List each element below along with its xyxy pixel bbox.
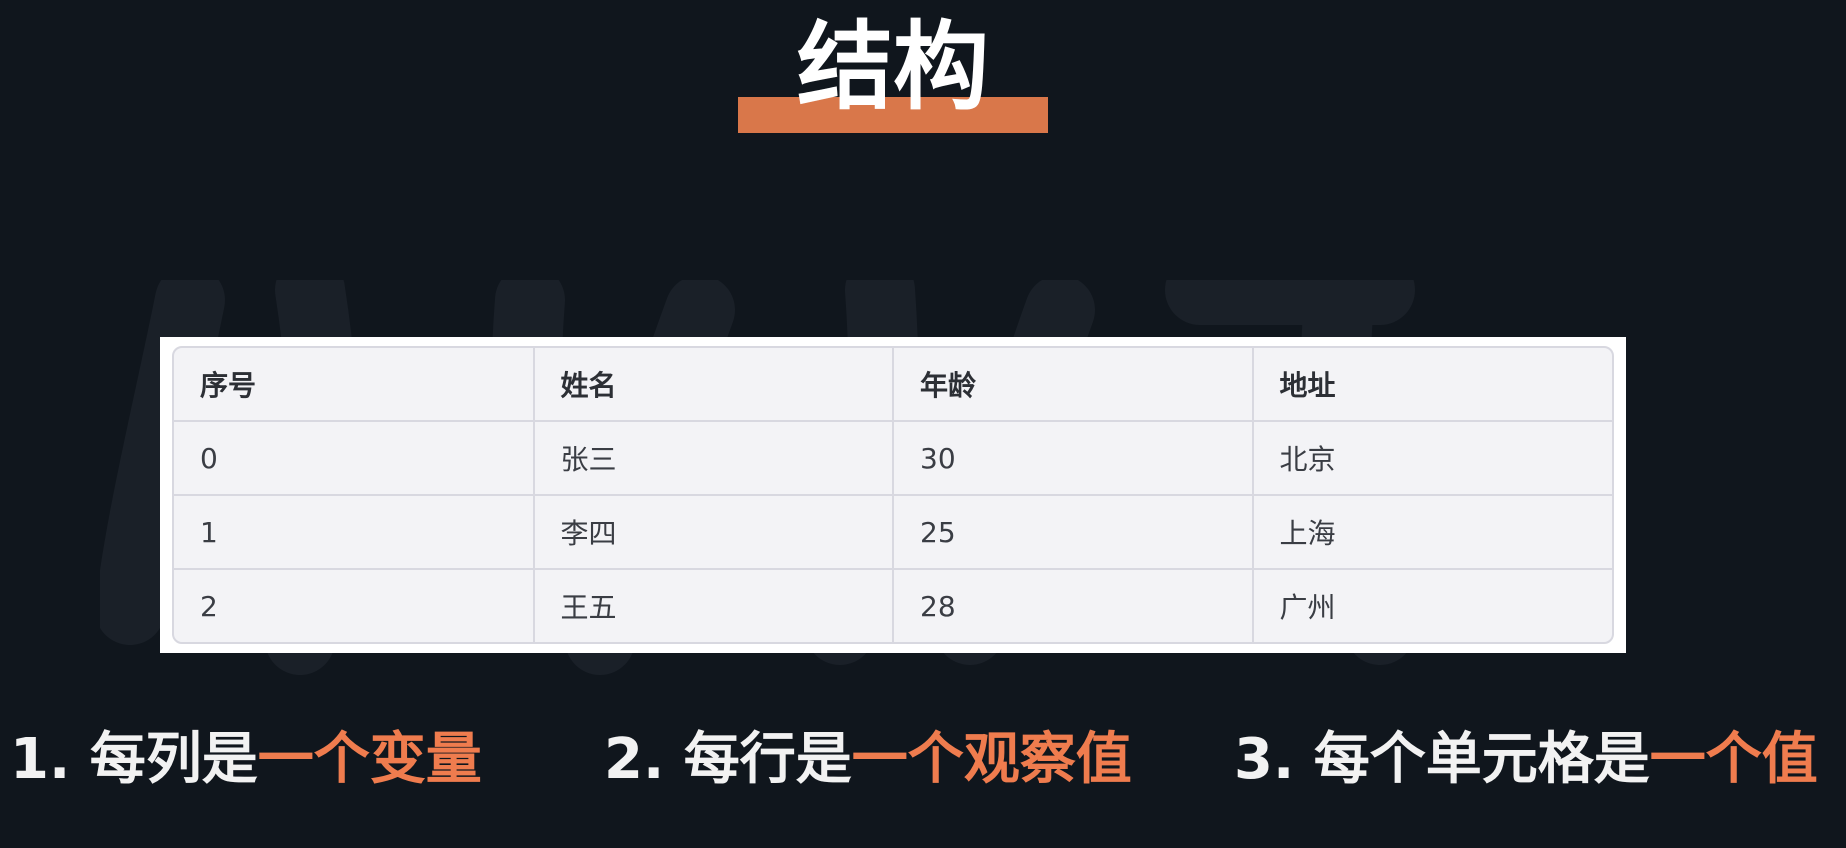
rule-prefix: 1. 每列是 — [10, 727, 258, 792]
table-cell: 30 — [893, 421, 1254, 496]
table-row: 1 李四 25 上海 — [174, 495, 1612, 570]
table-cell: 25 — [893, 495, 1254, 570]
rule-prefix: 3. 每个单元格是 — [1234, 727, 1650, 792]
table-row: 2 王五 28 广州 — [174, 569, 1612, 642]
slide-title-block: 结构 — [738, 10, 1048, 134]
table-cell: 28 — [893, 569, 1254, 642]
table-row: 0 张三 30 北京 — [174, 421, 1612, 496]
rule-prefix: 2. 每行是 — [604, 727, 852, 792]
table-cell: 上海 — [1252, 495, 1612, 570]
tidy-data-rules: 1. 每列是一个变量 2. 每行是一个观察值 3. 每个单元格是一个值 — [0, 720, 1846, 800]
rule-columns-are-variables: 1. 每列是一个变量 — [10, 720, 482, 800]
table-cell: 0 — [174, 421, 535, 496]
rule-highlight: 一个值 — [1649, 727, 1818, 792]
data-table-card: 序号 姓名 年龄 地址 0 张三 30 北京 1 李四 25 上海 2 王五 2… — [172, 346, 1614, 644]
table-cell: 北京 — [1252, 421, 1612, 496]
table-cell: 李四 — [533, 495, 894, 570]
table-cell: 张三 — [533, 421, 894, 496]
rule-rows-are-observations: 2. 每行是一个观察值 — [604, 720, 1132, 800]
header-cell-index: 序号 — [174, 348, 535, 422]
table-panel: 序号 姓名 年龄 地址 0 张三 30 北京 1 李四 25 上海 2 王五 2… — [160, 337, 1626, 653]
header-cell-name: 姓名 — [533, 348, 894, 422]
table-cell: 王五 — [533, 569, 894, 642]
rule-highlight: 一个变量 — [257, 727, 482, 792]
table-cell: 2 — [174, 569, 535, 642]
rule-cells-are-values: 3. 每个单元格是一个值 — [1234, 720, 1818, 800]
rule-highlight: 一个观察值 — [851, 727, 1132, 792]
slide-title: 结构 — [797, 11, 989, 123]
header-cell-age: 年龄 — [893, 348, 1254, 422]
slide: 结构 序号 姓名 年龄 地址 0 张三 30 北京 1 李四 25 上海 2 王… — [0, 0, 1846, 848]
table-cell: 1 — [174, 495, 535, 570]
table-cell: 广州 — [1279, 591, 1336, 624]
data-table: 序号 姓名 年龄 地址 0 张三 30 北京 1 李四 25 上海 2 王五 2… — [174, 348, 1612, 642]
header-cell-address: 地址 — [1252, 348, 1612, 422]
table-header-row: 序号 姓名 年龄 地址 — [174, 348, 1612, 422]
